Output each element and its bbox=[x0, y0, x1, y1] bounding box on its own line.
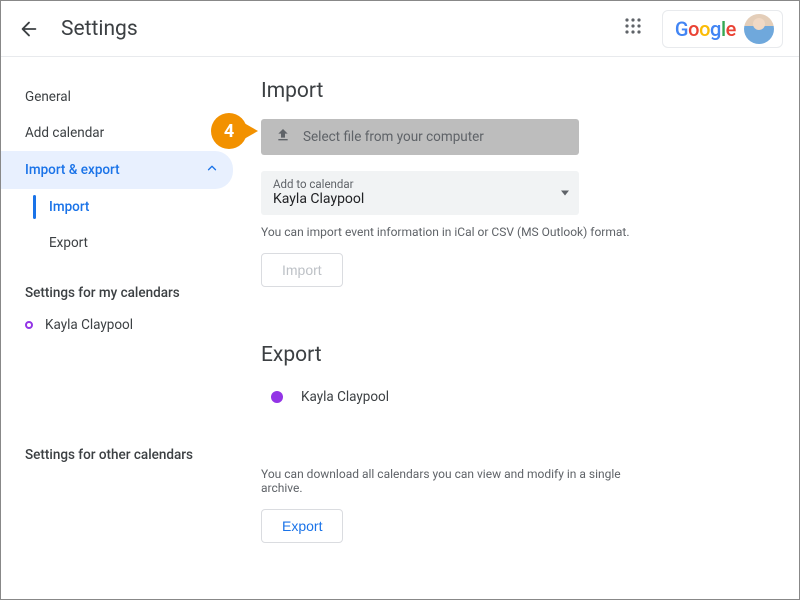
sidebar-item-general[interactable]: General bbox=[1, 79, 233, 115]
export-button[interactable]: Export bbox=[261, 509, 343, 543]
sidebar-item-add-calendar[interactable]: Add calendar bbox=[1, 115, 233, 151]
dropdown-icon bbox=[561, 191, 569, 196]
avatar[interactable] bbox=[744, 14, 774, 44]
select-file-button[interactable]: Select file from your computer bbox=[261, 119, 579, 155]
calendar-color-icon bbox=[271, 391, 283, 403]
account-switcher[interactable]: Google bbox=[662, 10, 783, 48]
my-calendar-item[interactable]: Kayla Claypool bbox=[1, 311, 233, 339]
sidebar-item-label: Import & export bbox=[25, 162, 120, 178]
export-calendar-item: Kayla Claypool bbox=[261, 383, 769, 411]
header: Settings Google bbox=[1, 1, 799, 57]
calendar-name: Kayla Claypool bbox=[45, 317, 133, 333]
page-title: Settings bbox=[61, 17, 624, 41]
import-button[interactable]: Import bbox=[261, 253, 343, 287]
google-logo: Google bbox=[675, 17, 736, 41]
select-label: Add to calendar bbox=[273, 177, 567, 191]
export-section-title: Export bbox=[261, 343, 769, 367]
back-button[interactable] bbox=[17, 17, 41, 41]
import-hint: You can import event information in iCal… bbox=[261, 225, 641, 239]
upload-icon bbox=[275, 127, 291, 147]
export-hint: You can download all calendars you can v… bbox=[261, 467, 641, 495]
select-file-label: Select file from your computer bbox=[303, 129, 484, 145]
sidebar-sub-import[interactable]: Import bbox=[1, 189, 233, 225]
apps-icon[interactable] bbox=[624, 17, 648, 41]
callout-number: 4 bbox=[224, 121, 234, 142]
step-callout: 4 bbox=[211, 113, 247, 149]
import-section-title: Import bbox=[261, 79, 769, 103]
other-calendars-heading: Settings for other calendars bbox=[1, 339, 233, 473]
select-value: Kayla Claypool bbox=[273, 191, 567, 207]
sidebar: General Add calendar Import & export Imp… bbox=[1, 57, 233, 601]
calendar-color-icon bbox=[25, 321, 33, 329]
my-calendars-heading: Settings for my calendars bbox=[1, 261, 233, 311]
sidebar-sub-export[interactable]: Export bbox=[1, 225, 233, 261]
chevron-up-icon bbox=[205, 161, 219, 179]
export-calendar-name: Kayla Claypool bbox=[301, 389, 389, 405]
sidebar-item-import-export[interactable]: Import & export bbox=[1, 151, 233, 189]
main-content: Import Select file from your computer Ad… bbox=[233, 57, 799, 601]
add-to-calendar-select[interactable]: Add to calendar Kayla Claypool bbox=[261, 171, 579, 215]
